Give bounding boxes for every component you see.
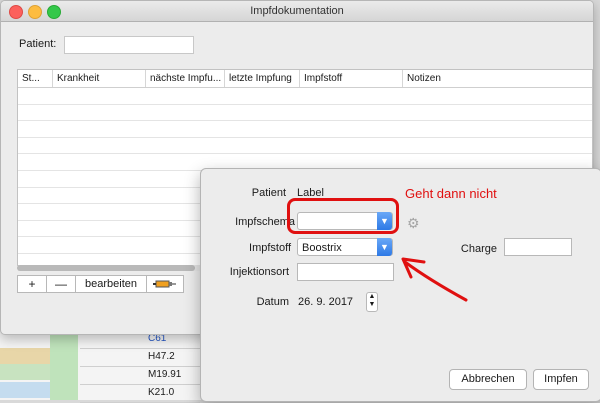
annotation-arrow xyxy=(401,257,468,302)
